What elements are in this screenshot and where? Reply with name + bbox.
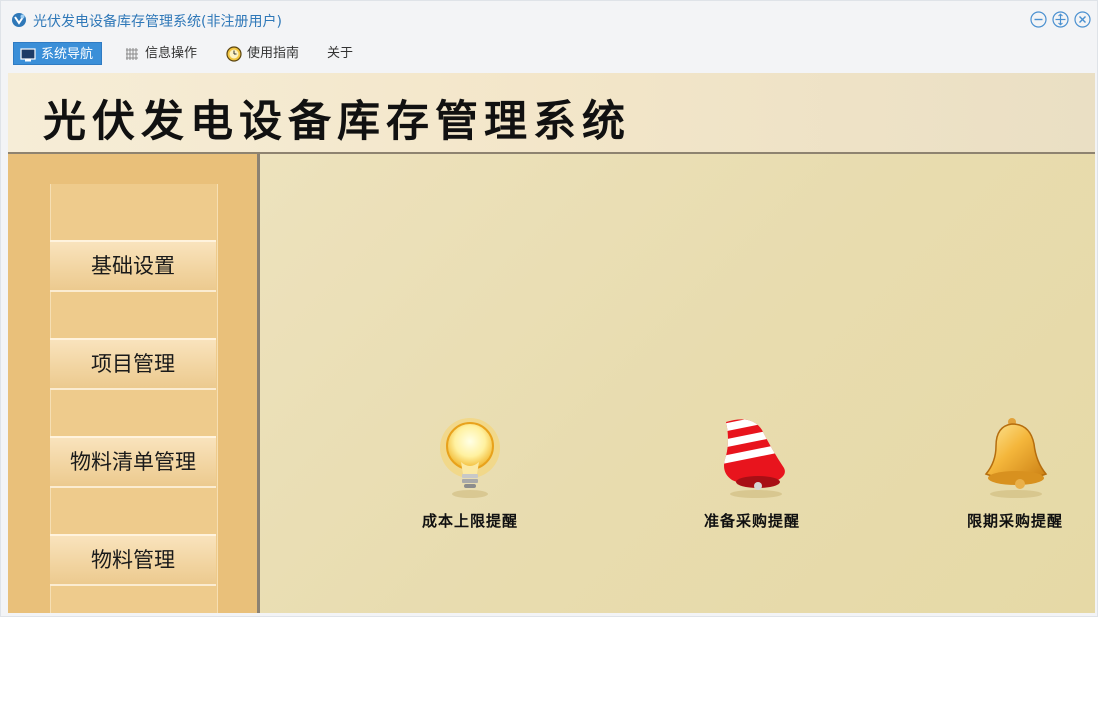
minimize-icon[interactable] (1030, 11, 1047, 28)
banner-title: 光伏发电设备库存管理系统 (43, 97, 631, 147)
siren-bell-icon (724, 419, 785, 498)
maximize-icon[interactable] (1052, 11, 1069, 28)
menu-user-guide[interactable]: 使用指南 (220, 42, 307, 65)
alert-label: 准备采购提醒 (703, 512, 800, 530)
alert-deadline-purchase[interactable]: 限期采购提醒 (945, 416, 1085, 531)
main-panel: 成本上限提醒 准备采购提醒 限期采购提醒 (260, 154, 1095, 613)
alert-label: 成本上限提醒 (421, 512, 518, 530)
sidebar-item-bom-management[interactable]: 物料清单管理 (50, 436, 216, 488)
menu-label: 使用指南 (247, 46, 300, 61)
clock-icon (226, 45, 242, 62)
sidebar-item-material-management[interactable]: 物料管理 (50, 534, 216, 586)
grid-icon (126, 47, 138, 60)
menu-info-ops[interactable]: 信息操作 (119, 42, 205, 65)
menu-system-nav[interactable]: 系统导航 (13, 42, 103, 65)
monitor-icon (20, 47, 36, 61)
close-icon[interactable] (1074, 11, 1091, 28)
menu-bar: 系统导航 信息操作 使用指南 关于 (1, 41, 1097, 69)
sidebar: 基础设置 项目管理 物料清单管理 物料管理 (8, 154, 260, 613)
sidebar-item-project-management[interactable]: 项目管理 (50, 338, 216, 390)
sidebar-item-basic-settings[interactable]: 基础设置 (50, 240, 216, 292)
title-bar[interactable]: 光伏发电设备库存管理系统(非注册用户) (1, 1, 1097, 39)
window-title: 光伏发电设备库存管理系统(非注册用户) (33, 14, 282, 30)
gold-bell-icon (984, 418, 1048, 498)
menu-about[interactable]: 关于 (321, 42, 361, 65)
content-area: 光伏发电设备库存管理系统 基础设置 项目管理 物料清单管理 物料管理 成本上限提… (8, 73, 1095, 613)
lightbulb-icon (440, 418, 500, 498)
alert-prepare-purchase[interactable]: 准备采购提醒 (682, 416, 822, 531)
menu-label: 关于 (327, 46, 354, 61)
alert-cost-limit[interactable]: 成本上限提醒 (400, 416, 540, 531)
menu-label: 系统导航 (41, 47, 94, 62)
app-window: 光伏发电设备库存管理系统(非注册用户) 系统导航 信息操作 使用指南 关于 光伏… (0, 0, 1098, 617)
app-logo-icon (12, 13, 26, 27)
menu-label: 信息操作 (145, 46, 198, 61)
alert-label: 限期采购提醒 (966, 512, 1063, 530)
banner: 光伏发电设备库存管理系统 (8, 73, 1095, 154)
